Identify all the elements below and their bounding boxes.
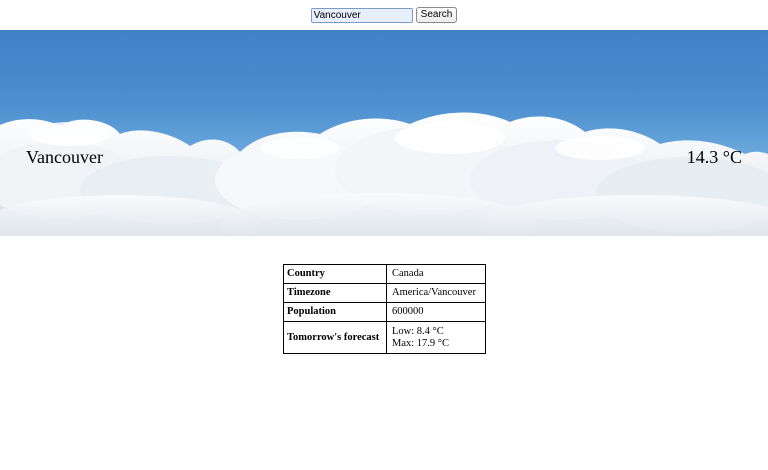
timezone-value: America/Vancouver [386, 283, 486, 303]
city-search-input[interactable] [310, 7, 413, 23]
forecast-value: Low: 8.4 °C Max: 17.9 °C [386, 321, 486, 354]
forecast-low: Low: 8.4 °C [392, 325, 444, 337]
population-label: Population [283, 302, 387, 322]
table-row: Timezone America/Vancouver [283, 283, 486, 303]
table-row: Country Canada [283, 264, 486, 284]
timezone-label: Timezone [283, 283, 387, 303]
country-value: Canada [386, 264, 486, 284]
population-value: 600000 [386, 302, 486, 322]
country-label: Country [283, 264, 387, 284]
forecast-label: Tomorrow's forecast [283, 321, 387, 354]
city-info-table: Country Canada Timezone America/Vancouve… [283, 264, 486, 354]
weather-banner: Vancouver 14.3 °C [0, 30, 768, 236]
cloud-sky-image [0, 112, 768, 236]
table-row: Population 600000 [283, 302, 486, 322]
search-bar: Search [0, 6, 768, 24]
forecast-max: Max: 17.9 °C [392, 337, 449, 349]
search-button[interactable]: Search [415, 7, 458, 23]
current-temperature: 14.3 °C [686, 147, 742, 167]
table-row: Tomorrow's forecast Low: 8.4 °C Max: 17.… [283, 321, 486, 354]
city-name: Vancouver [26, 147, 103, 167]
